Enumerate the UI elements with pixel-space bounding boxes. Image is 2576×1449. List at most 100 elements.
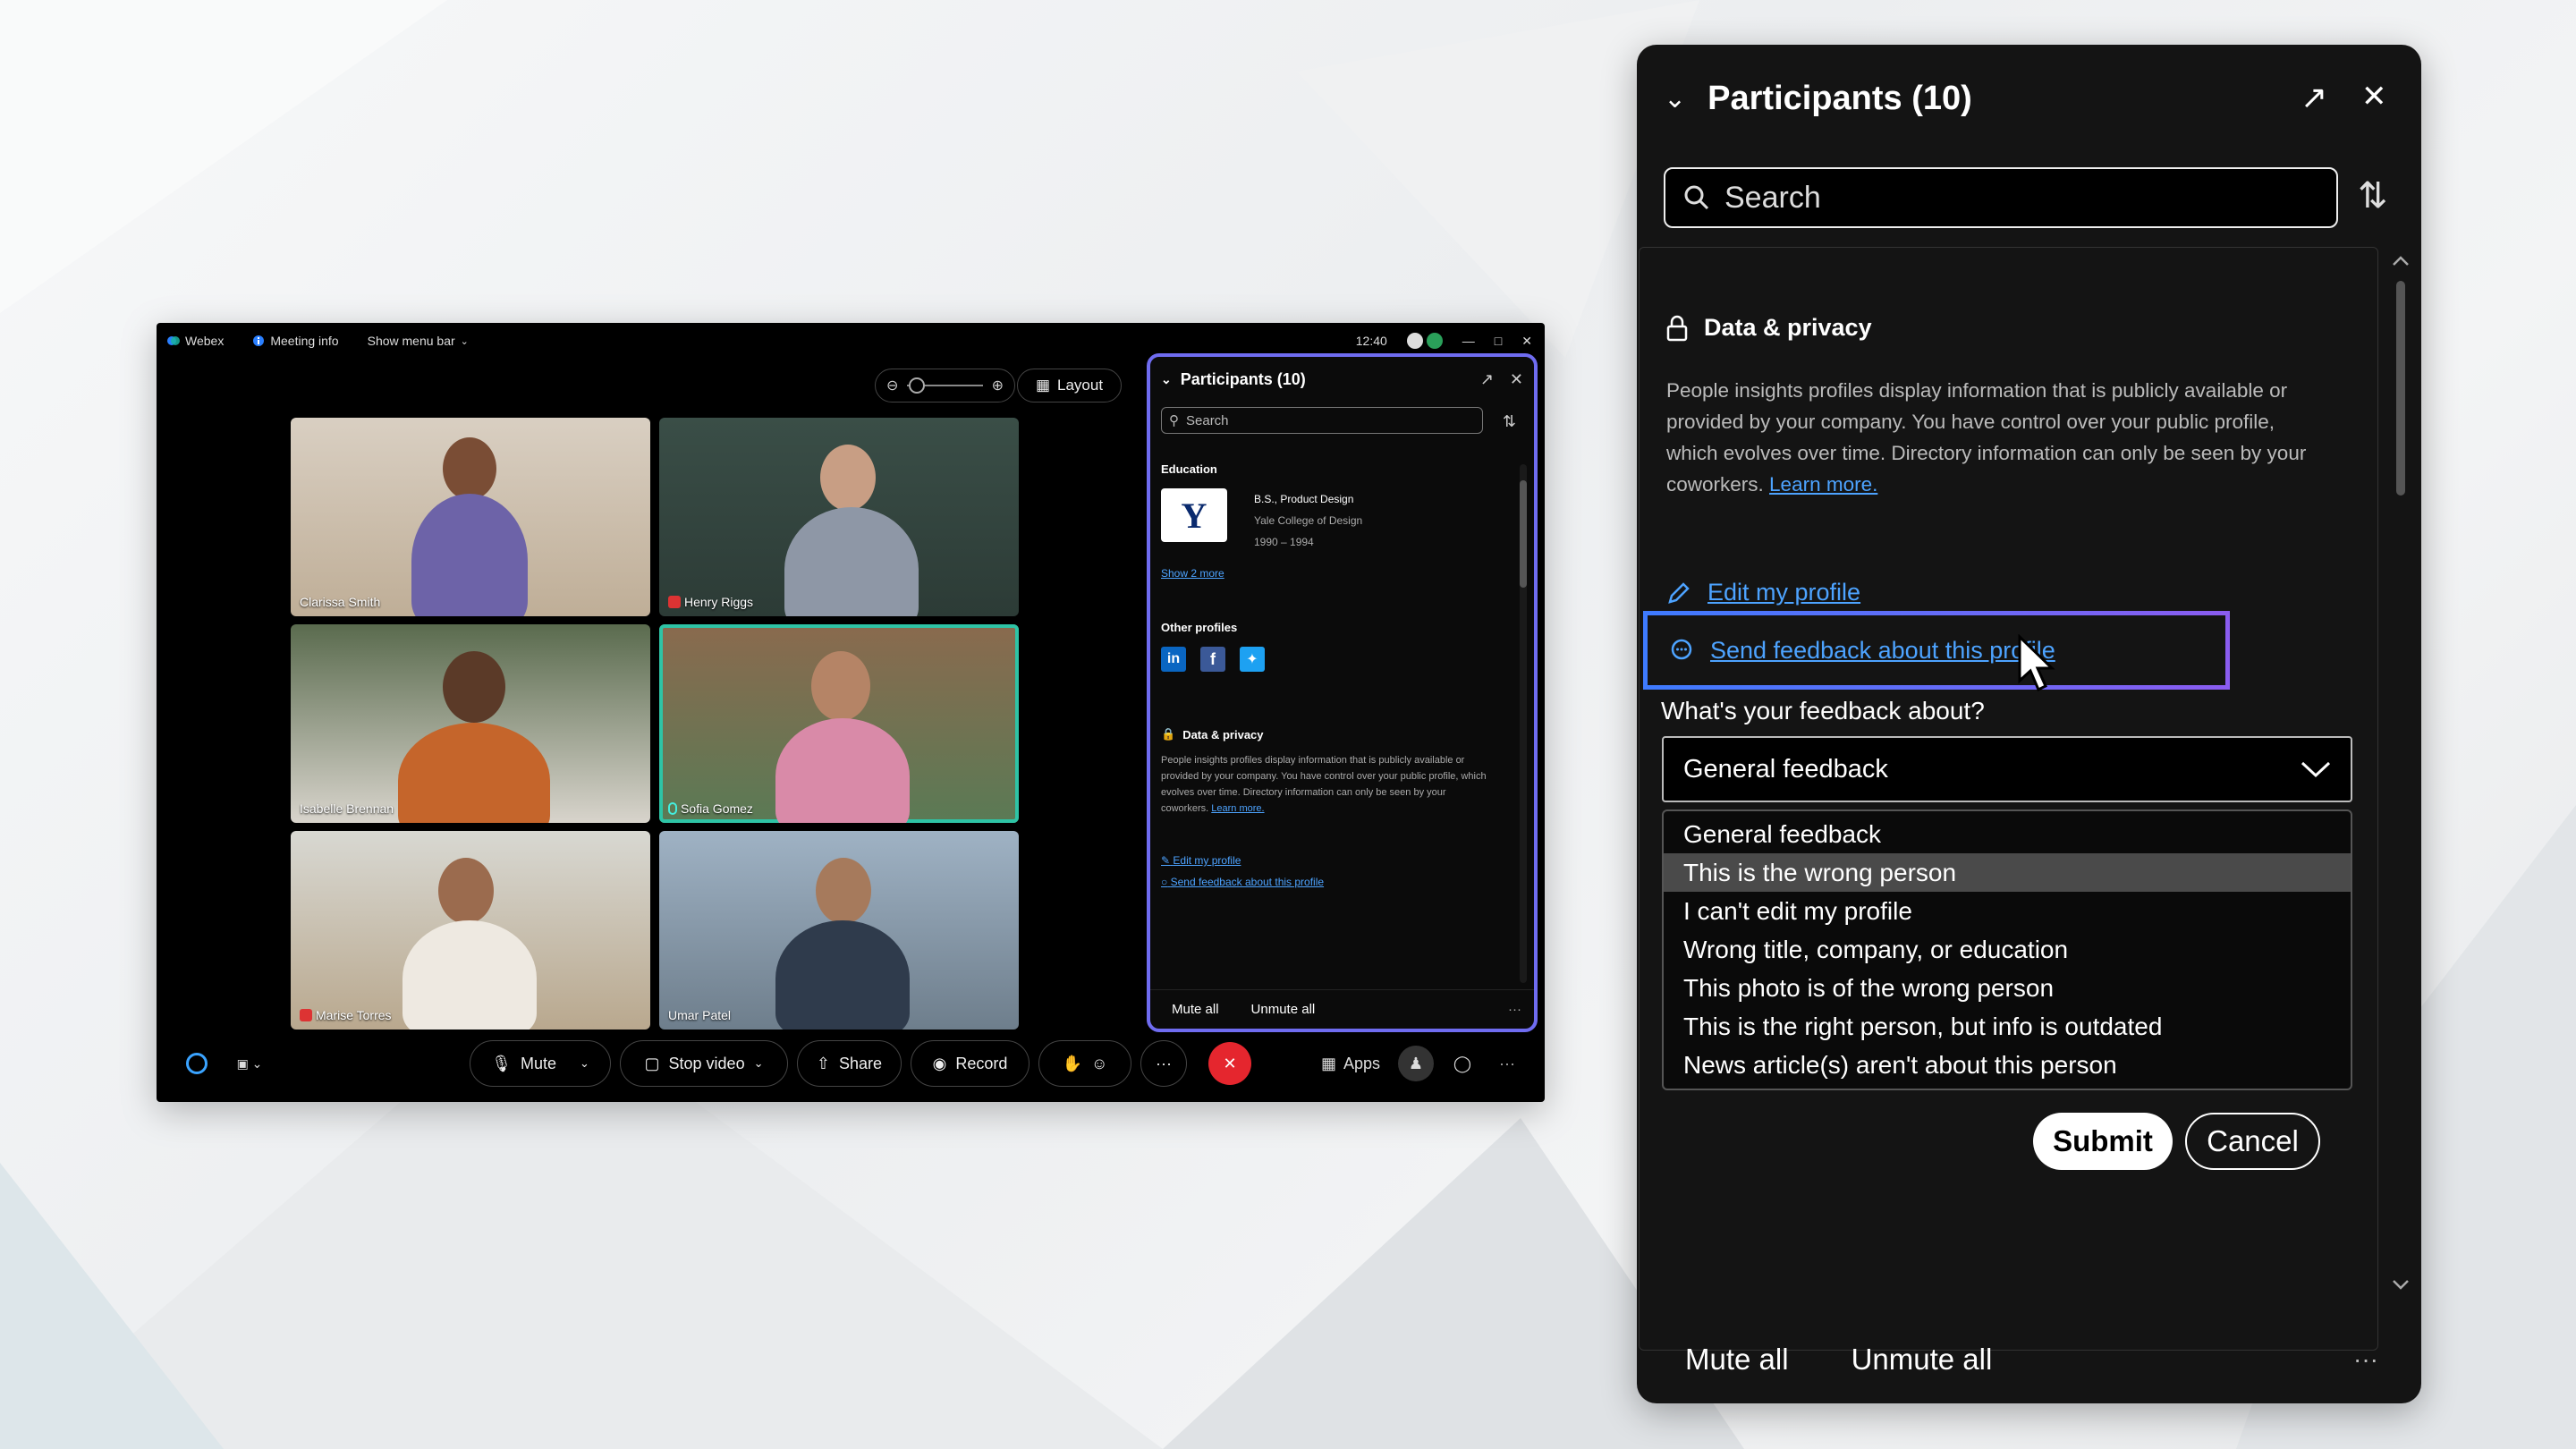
webex-assistant-icon[interactable] [183, 1040, 210, 1087]
edit-profile-link[interactable]: ✎ Edit my profile [1161, 854, 1519, 867]
popout-icon[interactable]: ↗ [2301, 79, 2327, 116]
apps-label: Apps [1343, 1054, 1381, 1072]
selected-option: General feedback [1683, 754, 1888, 784]
maximize-icon[interactable]: □ [1495, 334, 1502, 348]
end-call-button[interactable]: ✕ [1185, 1040, 1275, 1087]
unmute-all-button[interactable]: Unmute all [1852, 1343, 1993, 1377]
participant-name: Isabelle Brennan [300, 801, 394, 816]
twitter-icon[interactable]: ✦ [1240, 647, 1265, 672]
participant-body [402, 920, 537, 1030]
captions-icon[interactable]: ▣ ⌄ [232, 1040, 267, 1087]
share-button[interactable]: ⇧ Share [797, 1040, 902, 1087]
participant-photo [443, 437, 496, 500]
option-item[interactable]: News article(s) aren't about this person [1664, 1046, 2351, 1084]
option-item[interactable]: This is the right person, but info is ou… [1664, 1007, 2351, 1046]
zoom-slider-knob[interactable] [909, 377, 926, 394]
more-options-icon[interactable]: ··· [1508, 1002, 1521, 1017]
data-privacy-heading: Data & privacy [1704, 314, 1872, 341]
record-button[interactable]: ◉ Record [911, 1040, 1030, 1087]
unmute-all-button[interactable]: Unmute all [1251, 1002, 1316, 1017]
zoom-in-icon[interactable]: ⊕ [992, 377, 1004, 394]
video-tile[interactable]: Umar Patel [659, 831, 1019, 1030]
learn-more-link[interactable]: Learn more. [1211, 803, 1264, 814]
scrollbar-thumb[interactable] [2396, 281, 2405, 496]
mute-all-button[interactable]: Mute all [1172, 1002, 1219, 1017]
layout-button[interactable]: ▦ Layout [1017, 369, 1122, 402]
more-button[interactable]: ··· [1140, 1040, 1187, 1087]
minimize-icon[interactable]: — [1462, 334, 1475, 348]
option-item[interactable]: This photo is of the wrong person [1664, 969, 2351, 1007]
collapse-chevron-icon[interactable]: ⌄ [1664, 83, 1686, 114]
record-icon: ◉ [932, 1054, 947, 1072]
network-icon [1406, 333, 1423, 349]
apps-button[interactable]: ▦ Apps [1310, 1040, 1391, 1087]
sort-icon[interactable]: ⇅ [1503, 412, 1516, 431]
search-input[interactable]: Search [1664, 167, 2338, 228]
learn-more-link[interactable]: Learn more. [1769, 473, 1877, 496]
zoom-slider[interactable] [907, 377, 983, 394]
stop-video-button[interactable]: ▢ Stop video ⌄ [620, 1040, 788, 1087]
layout-label: Layout [1057, 377, 1104, 394]
scroll-up-icon[interactable] [2385, 247, 2417, 274]
chevron-down-icon[interactable]: ⌄ [580, 1056, 589, 1071]
small-scrollbar[interactable] [1520, 464, 1527, 983]
zoom-out-icon[interactable]: ⊖ [886, 377, 898, 394]
participants-button[interactable]: ♟ [1396, 1040, 1436, 1087]
edit-profile-link[interactable]: Edit my profile [1666, 579, 1860, 606]
video-tile[interactable]: Marise Torres [291, 831, 650, 1030]
chat-button[interactable]: ◯ [1445, 1040, 1480, 1087]
lock-icon: 🔒 [1161, 727, 1176, 741]
other-profiles-heading: Other profiles [1161, 621, 1238, 634]
close-icon[interactable]: ✕ [2361, 79, 2387, 114]
cancel-button[interactable]: Cancel [2185, 1113, 2320, 1170]
more-options-icon[interactable]: ··· [2353, 1345, 2378, 1374]
participant-body [398, 723, 550, 823]
search-input[interactable]: ⚲ Search [1161, 407, 1483, 434]
send-feedback-link[interactable]: ○ Send feedback about this profile [1161, 876, 1519, 888]
show-menu-bar-button[interactable]: Show menu bar ⌄ [368, 334, 469, 348]
chevron-down-icon [2301, 761, 2331, 778]
record-label: Record [955, 1054, 1008, 1072]
video-tile[interactable]: Clarissa Smith [291, 418, 650, 616]
option-item[interactable]: General feedback [1664, 815, 2351, 853]
participant-name: Sofia Gomez [681, 801, 753, 816]
option-item[interactable]: I can't edit my profile [1664, 892, 2351, 930]
collapse-chevron-icon[interactable]: ⌄ [1161, 372, 1172, 387]
reactions-icon[interactable]: ☺ [1091, 1055, 1107, 1073]
more-options-button[interactable]: ··· [1489, 1040, 1525, 1087]
video-tile[interactable]: Henry Riggs [659, 418, 1019, 616]
facebook-icon[interactable]: f [1200, 647, 1225, 672]
video-tile[interactable]: Isabelle Brennan [291, 624, 650, 823]
linkedin-icon[interactable]: in [1161, 647, 1186, 672]
feedback-type-select[interactable]: General feedback [1662, 736, 2352, 802]
video-tile-active-speaker[interactable]: Sofia Gomez [659, 624, 1019, 823]
meeting-info-label: Meeting info [270, 334, 339, 348]
scrollbar[interactable] [2385, 247, 2417, 1299]
reactions-group[interactable]: ✋ ☺ [1038, 1040, 1131, 1087]
meeting-info-button[interactable]: Meeting info [252, 334, 339, 348]
option-item-highlighted[interactable]: This is the wrong person [1664, 853, 2351, 892]
popout-icon[interactable]: ↗ [1480, 370, 1494, 389]
send-feedback-link[interactable]: Send feedback about this profile [1643, 611, 2230, 690]
zoom-control[interactable]: ⊖ ⊕ [875, 369, 1015, 402]
edit-icon: ✎ [1161, 854, 1171, 867]
mute-all-button[interactable]: Mute all [1685, 1343, 1789, 1377]
sort-icon[interactable]: ⇅ [2358, 175, 2388, 216]
option-item[interactable]: Wrong title, company, or education [1664, 930, 2351, 969]
education-heading: Education [1161, 462, 1217, 476]
submit-button[interactable]: Submit [2033, 1113, 2173, 1170]
mute-button[interactable]: 🎙 Mute ⌄ [470, 1040, 611, 1087]
close-icon[interactable]: ✕ [1521, 334, 1532, 349]
scroll-down-icon[interactable] [2385, 1272, 2417, 1299]
raise-hand-icon[interactable]: ✋ [1063, 1055, 1082, 1073]
chevron-down-icon[interactable]: ⌄ [754, 1056, 764, 1071]
close-icon[interactable]: ✕ [1510, 370, 1523, 389]
chevron-down-icon: ⌄ [460, 335, 469, 347]
small-scrollbar-thumb[interactable] [1520, 480, 1527, 588]
participant-photo [816, 858, 871, 924]
show-more-link[interactable]: Show 2 more [1161, 567, 1519, 580]
search-icon [1684, 185, 1709, 210]
apps-icon: ▦ [1320, 1054, 1336, 1072]
participant-name: Clarissa Smith [300, 595, 381, 609]
webex-app-menu[interactable]: Webex [167, 334, 224, 348]
